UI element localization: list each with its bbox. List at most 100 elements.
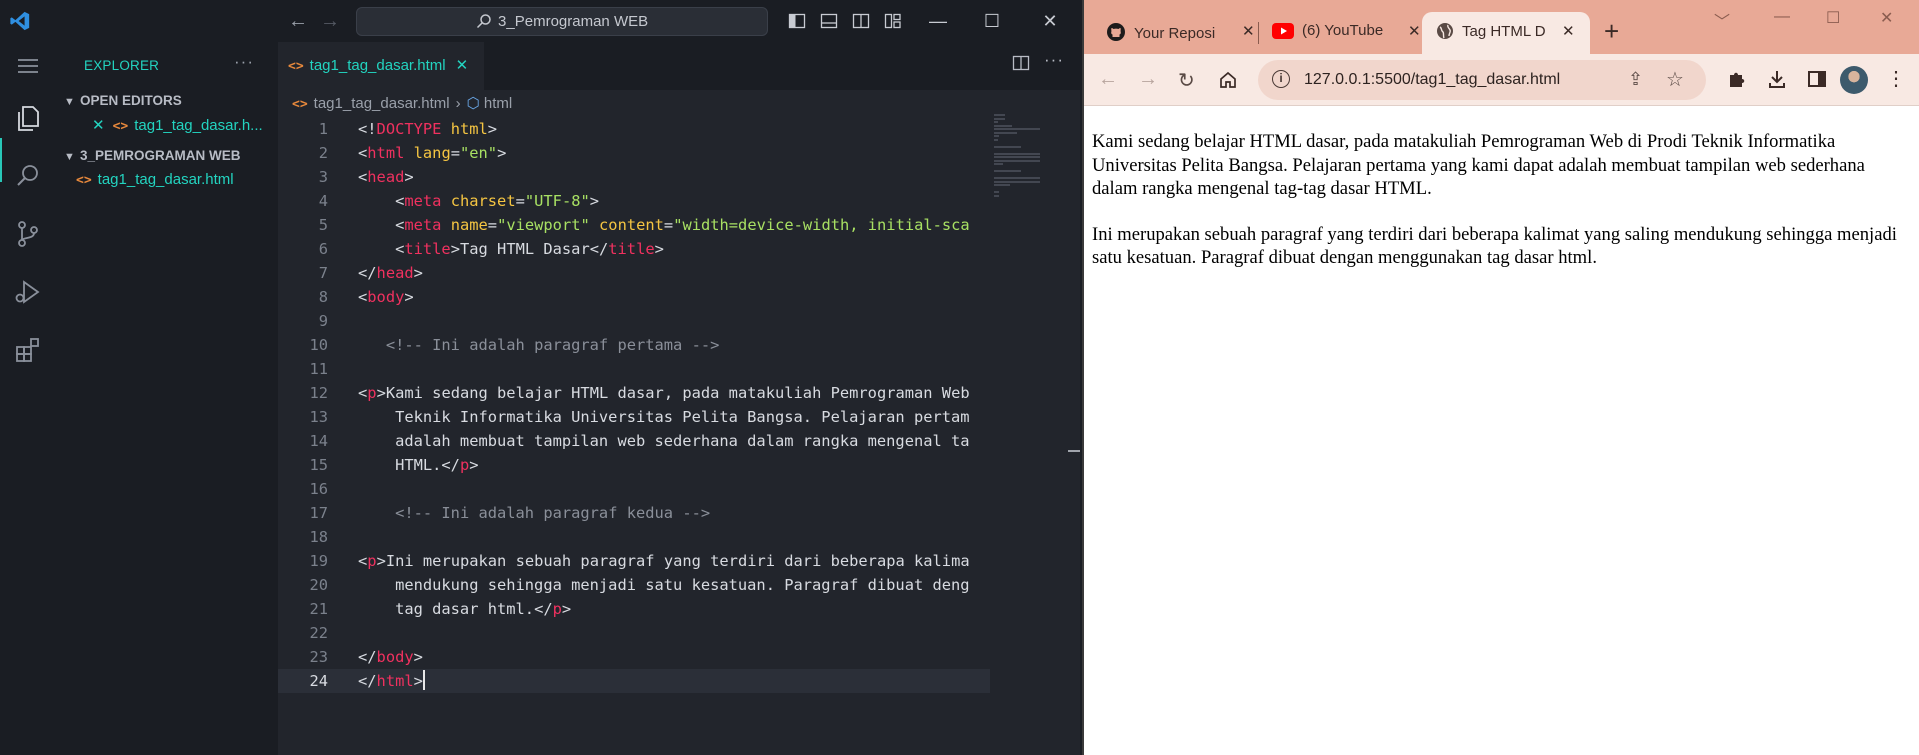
forward-arrow-icon[interactable]: →	[320, 10, 340, 32]
code-line[interactable]: 19 <p>Ini merupakan sebuah paragraf yang …	[278, 549, 990, 573]
line-number: 12	[309, 384, 328, 402]
breadcrumb-file[interactable]: tag1_tag_dasar.html	[314, 95, 450, 112]
editor-area: <> tag1_tag_dasar.html ✕ ··· <> tag1_tag_da…	[278, 42, 1080, 755]
back-arrow-icon[interactable]: ←	[288, 10, 308, 32]
open-editor-item[interactable]: ✕ <> tag1_tag_dasar.h...	[92, 116, 263, 134]
tab-divider	[1258, 22, 1259, 44]
maximize-button[interactable]: ☐	[972, 6, 1012, 36]
code-line[interactable]: 2 <html lang="en">	[278, 141, 990, 165]
new-tab-plus-icon[interactable]: +	[1604, 16, 1619, 47]
back-arrow-icon[interactable]: ←	[1098, 68, 1118, 91]
search-icon	[476, 14, 491, 29]
tab-search-chevron-icon[interactable]: ﹀	[1714, 8, 1730, 32]
minimize-button[interactable]: —	[1774, 8, 1790, 26]
code-line[interactable]: 6 <title>Tag HTML Dasar</title>	[278, 237, 990, 261]
open-editors-section[interactable]: ▼ OPEN EDITORS	[64, 93, 182, 108]
maximize-button[interactable]: ☐	[1826, 8, 1840, 28]
download-icon[interactable]	[1766, 68, 1788, 90]
toggle-primary-sidebar-icon[interactable]	[788, 12, 806, 30]
bookmark-star-icon[interactable]: ☆	[1666, 67, 1684, 92]
code-line[interactable]: 5 <meta name="viewport" content="width=d…	[278, 213, 990, 237]
code-line[interactable]: 8 <body>	[278, 285, 990, 309]
line-number: 18	[309, 528, 328, 546]
close-icon[interactable]: ✕	[92, 117, 105, 134]
minimap-line	[994, 128, 1041, 130]
code-line[interactable]: 3 <head>	[278, 165, 990, 189]
more-actions-icon[interactable]: ···	[1044, 50, 1064, 70]
folder-section[interactable]: ▼ 3_PEMROGRAMAN WEB	[64, 148, 241, 163]
breadcrumb-symbol[interactable]: html	[484, 95, 512, 112]
url-text[interactable]: 127.0.0.1:5500/tag1_tag_dasar.html	[1304, 71, 1560, 89]
code-editor[interactable]: 1 <!DOCTYPE html> 2 <html lang="en"> 3 <head>…	[278, 117, 990, 717]
extensions-puzzle-icon[interactable]	[1726, 68, 1748, 90]
code-line[interactable]: 20 mendukung sehingga menjadi satu kesat…	[278, 573, 990, 597]
browser-tab-github[interactable]: Your Reposi ✕	[1106, 12, 1256, 54]
search-icon[interactable]	[12, 160, 44, 192]
activity-bar	[0, 42, 56, 755]
site-info-icon[interactable]: i	[1272, 70, 1290, 88]
code-line[interactable]: 23 </body>	[278, 645, 990, 669]
close-window-button[interactable]: ✕	[1880, 8, 1893, 28]
forward-arrow-icon[interactable]: →	[1138, 68, 1158, 91]
minimap[interactable]	[994, 114, 1044, 197]
extensions-icon[interactable]	[12, 334, 44, 366]
split-editor-icon[interactable]	[1012, 54, 1030, 72]
source-control-icon[interactable]	[12, 218, 44, 250]
minimize-button[interactable]: —	[918, 6, 958, 36]
code-line[interactable]: 11	[278, 357, 990, 381]
code-line[interactable]: 24 </html>	[278, 669, 990, 693]
customize-layout-icon[interactable]	[884, 12, 902, 30]
code-line[interactable]: 12 <p>Kami sedang belajar HTML dasar, pad…	[278, 381, 990, 405]
tab-label: tag1_tag_dasar.html	[309, 57, 446, 74]
line-number: 5	[318, 216, 328, 234]
reload-icon[interactable]: ↻	[1178, 68, 1195, 93]
code-line[interactable]: 1 <!DOCTYPE html>	[278, 117, 990, 141]
breadcrumb-separator-icon: ›	[455, 95, 461, 112]
browser-tab-active[interactable]: Tag HTML D ✕	[1422, 12, 1590, 54]
minimap-line	[994, 180, 1041, 183]
page-paragraph-2: Ini merupakan sebuah paragraf yang terdi…	[1092, 223, 1897, 269]
code-line[interactable]: 22	[278, 621, 990, 645]
minimap-line	[994, 152, 1041, 155]
code-text: <meta name="viewport" content="width=dev…	[395, 216, 970, 234]
code-line[interactable]: 17 <!-- Ini adalah paragraf kedua -->	[278, 501, 990, 525]
home-icon[interactable]	[1218, 70, 1238, 90]
toggle-panel-icon[interactable]	[820, 12, 838, 30]
explorer-files-icon[interactable]	[12, 102, 44, 134]
side-panel-icon[interactable]	[1806, 68, 1828, 90]
profile-avatar[interactable]	[1840, 66, 1868, 94]
code-line[interactable]: 21 tag dasar html.</p>	[278, 597, 990, 621]
close-window-button[interactable]: ✕	[1030, 6, 1070, 36]
close-tab-icon[interactable]: ✕	[1242, 22, 1255, 40]
toggle-secondary-sidebar-icon[interactable]	[852, 12, 870, 30]
file-tree-item[interactable]: <> tag1_tag_dasar.html	[76, 171, 234, 188]
line-number: 2	[318, 144, 328, 162]
tab-label: (6) YouTube	[1302, 22, 1384, 39]
command-center-search[interactable]: 3_Pemrograman WEB	[356, 7, 768, 36]
code-text: tag dasar html.</p>	[358, 600, 572, 618]
more-actions-icon[interactable]: ···	[234, 52, 254, 72]
youtube-icon	[1272, 23, 1294, 39]
run-debug-icon[interactable]	[12, 276, 44, 308]
editor-tab-active[interactable]: <> tag1_tag_dasar.html ✕	[278, 42, 484, 90]
share-icon[interactable]: ⇪	[1628, 69, 1643, 90]
code-line[interactable]: 16	[278, 477, 990, 501]
code-line[interactable]: 10 <!-- Ini adalah paragraf pertama -->	[278, 333, 990, 357]
tab-label: Tag HTML D	[1462, 23, 1546, 40]
menu-icon[interactable]	[12, 50, 44, 82]
code-line[interactable]: 4 <meta charset="UTF-8">	[278, 189, 990, 213]
chrome-menu-icon[interactable]: ⋮	[1886, 66, 1906, 91]
line-number: 9	[318, 312, 328, 330]
close-tab-icon[interactable]: ✕	[1408, 22, 1421, 40]
close-icon[interactable]: ✕	[456, 57, 469, 74]
code-line[interactable]: 7 </head>	[278, 261, 990, 285]
code-line[interactable]: 14 adalah membuat tampilan web sederhana…	[278, 429, 990, 453]
browser-tab-youtube[interactable]: (6) YouTube ✕	[1272, 12, 1422, 54]
code-line[interactable]: 18	[278, 525, 990, 549]
code-line[interactable]: 9	[278, 309, 990, 333]
address-bar[interactable]: i 127.0.0.1:5500/tag1_tag_dasar.html ⇪ ☆	[1258, 60, 1706, 100]
close-tab-icon[interactable]: ✕	[1562, 22, 1575, 40]
code-line[interactable]: 13 Teknik Informatika Universitas Pelita…	[278, 405, 990, 429]
open-editor-filename: tag1_tag_dasar.h...	[134, 117, 263, 134]
code-line[interactable]: 15 HTML.</p>	[278, 453, 990, 477]
